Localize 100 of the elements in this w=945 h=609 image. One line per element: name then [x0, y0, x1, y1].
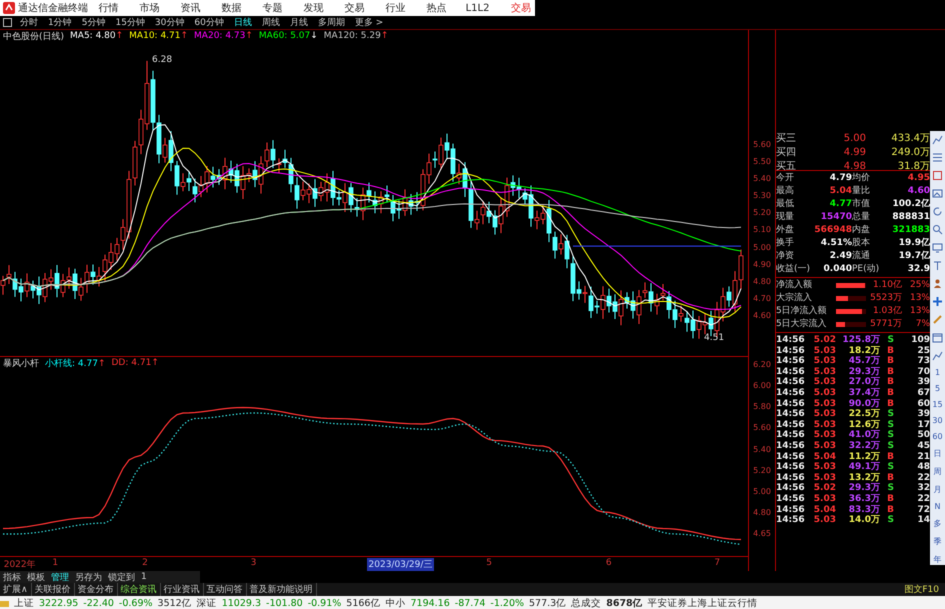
trade-time: 14:56 [776, 356, 806, 367]
trade-count: 32 [916, 483, 930, 494]
menu-item[interactable]: 发现 [293, 1, 334, 15]
trade-side: B [886, 346, 894, 356]
period-shortcut[interactable]: 多 [934, 518, 942, 529]
period-shortcut[interactable]: 日 [934, 448, 942, 459]
f10-button[interactable]: 图文F10 [898, 582, 945, 597]
menu-item[interactable]: 行业 [375, 1, 416, 15]
index-percent: -0.69% [118, 598, 153, 608]
ma-value: MA120: 5.29 [324, 31, 381, 41]
chart-icon[interactable] [932, 350, 943, 361]
index-value: 11029.3 [222, 598, 262, 608]
trade-time: 14:56 [776, 452, 806, 462]
calendar-icon[interactable] [932, 332, 943, 343]
tool-button[interactable]: 模板 [24, 570, 48, 584]
period-shortcut[interactable]: 30 [932, 416, 943, 425]
quote-value: 19.7亿 [898, 250, 930, 263]
period-tab[interactable]: 多周期 [312, 16, 350, 29]
square-icon[interactable] [3, 18, 12, 27]
date-axis-label: 3 [250, 558, 256, 568]
trade-button[interactable]: 交易 [511, 1, 531, 15]
period-shortcut[interactable]: 60 [932, 432, 943, 441]
period-shortcut[interactable]: N [934, 502, 940, 511]
trend-arrow: ↑ [116, 31, 124, 41]
indicator-value: DD: 4.71 [112, 358, 152, 368]
period-shortcut[interactable]: 15 [932, 400, 943, 409]
trade-side: S [886, 409, 894, 420]
period-tab[interactable]: 5分钟 [76, 16, 110, 29]
text-icon[interactable] [932, 260, 943, 271]
quote-value: 4.60 [906, 185, 930, 198]
period-shortcut[interactable]: 月 [934, 484, 942, 495]
period-tab[interactable]: 更多 > [350, 16, 388, 29]
pencil-icon[interactable] [932, 314, 943, 325]
trade-volume: 27.0万 [848, 377, 880, 388]
trade-price: 5.03 [812, 420, 836, 430]
tool-button[interactable]: 锁定到 [105, 570, 138, 584]
menu-item[interactable]: L1L2 [457, 2, 498, 14]
trade-price: 5.03 [812, 346, 836, 356]
period-tab[interactable]: 60分钟 [189, 16, 229, 29]
fund-flow-share: 13% [908, 305, 930, 318]
period-shortcut[interactable]: 5 [934, 384, 940, 393]
tool-button[interactable]: 另存为 [72, 570, 105, 584]
menu-item[interactable]: 资讯 [170, 1, 211, 15]
trade-side: S [886, 462, 894, 473]
quote-label: 净资 [776, 250, 795, 263]
index-name: 深证 [196, 596, 217, 609]
trade-count: 21 [916, 452, 930, 462]
period-tab[interactable]: 1分钟 [43, 16, 77, 29]
menu-item[interactable]: 数据 [211, 1, 252, 15]
trade-time: 14:56 [776, 483, 806, 494]
quote-value: 0.040 [822, 263, 852, 276]
monitor-icon[interactable] [932, 242, 943, 253]
tool-button[interactable]: 1 [138, 572, 150, 582]
menu-item[interactable]: 行情 [88, 1, 129, 15]
period-tab[interactable]: 30分钟 [150, 16, 190, 29]
price-axis-label: 5.10 [753, 225, 771, 234]
fund-flow-share: 7% [914, 318, 930, 331]
cross-icon[interactable] [932, 296, 943, 307]
list-icon[interactable] [932, 152, 943, 163]
trade-price: 5.03 [812, 356, 836, 367]
quote-label: 现量 [776, 211, 795, 224]
period-shortcut[interactable]: 年 [934, 554, 942, 565]
trade-volume: 11.2万 [848, 452, 880, 462]
trade-time: 14:56 [776, 515, 806, 526]
period-shortcut[interactable]: 1 [934, 368, 940, 377]
chart-icon[interactable] [932, 134, 943, 145]
period-tab[interactable]: 15分钟 [110, 16, 150, 29]
trade-price: 5.03 [812, 462, 836, 473]
refresh-icon[interactable] [932, 206, 943, 217]
menu-item[interactable]: 热点 [416, 1, 457, 15]
trade-side: S [886, 335, 894, 346]
trade-price: 5.02 [812, 483, 836, 494]
trade-price: 5.04 [812, 452, 836, 462]
search-icon[interactable] [932, 224, 943, 235]
person-icon[interactable] [932, 278, 943, 289]
period-tab[interactable]: 日线 [228, 16, 257, 29]
trade-volume: 36.3万 [848, 494, 880, 504]
period-tab[interactable]: 分时 [15, 16, 43, 29]
tool-button[interactable]: 管理 [48, 570, 72, 584]
period-tab[interactable]: 月线 [284, 16, 313, 29]
trade-count: 60 [916, 398, 930, 409]
period-tab[interactable]: 周线 [256, 16, 285, 29]
trade-volume: 14.0万 [848, 515, 880, 526]
trade-time: 14:56 [776, 462, 806, 473]
trade-volume: 12.6万 [848, 420, 880, 430]
menu-item[interactable]: 市场 [129, 1, 170, 15]
app-title: 通达信金融终端 [18, 2, 88, 15]
menu-item[interactable]: 交易 [334, 1, 375, 15]
quote-label: 换手 [776, 237, 795, 250]
trade-side: B [886, 452, 894, 462]
price-axis-label: 5.60 [753, 140, 771, 149]
image-icon[interactable] [932, 188, 943, 199]
index-value: 3222.95 [39, 598, 78, 608]
tool-button[interactable]: 指标 [0, 570, 24, 584]
price-axis-label: 5.50 [753, 157, 771, 166]
menu-item[interactable]: 专题 [252, 1, 293, 15]
quote-label: 内盘 [852, 224, 871, 237]
period-shortcut[interactable]: 周 [934, 466, 942, 477]
trend-arrow: ↑ [180, 31, 188, 41]
period-shortcut[interactable]: 季 [934, 536, 942, 547]
